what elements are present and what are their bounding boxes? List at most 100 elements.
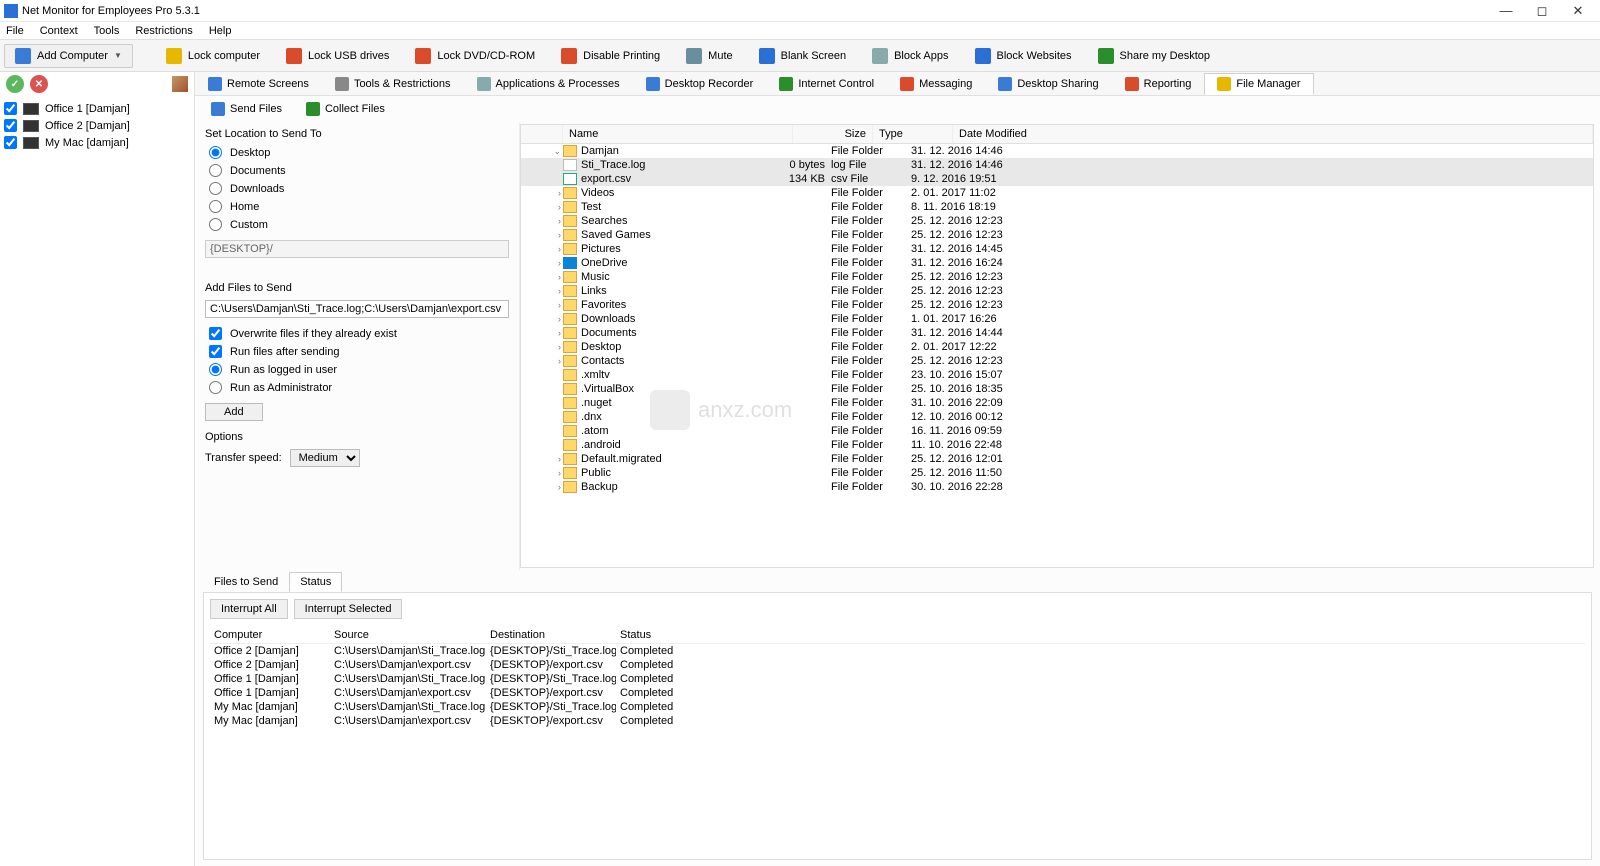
tree-toggle-icon[interactable]: › xyxy=(521,230,563,240)
maximize-button[interactable]: ◻ xyxy=(1524,3,1560,19)
tree-toggle-icon[interactable]: › xyxy=(521,454,563,464)
tb-block-websites[interactable]: Block Websites xyxy=(964,44,1083,68)
status-row[interactable]: Office 1 [Damjan]C:\Users\Damjan\export.… xyxy=(210,686,1585,700)
file-row[interactable]: export.csv134 KBcsv File9. 12. 2016 19:5… xyxy=(521,172,1593,186)
file-row[interactable]: ›ContactsFile Folder25. 12. 2016 12:23 xyxy=(521,354,1593,368)
tb-block-apps[interactable]: Block Apps xyxy=(861,44,959,68)
status-row[interactable]: Office 1 [Damjan]C:\Users\Damjan\Sti_Tra… xyxy=(210,672,1585,686)
computer-item[interactable]: Office 1 [Damjan] xyxy=(0,100,194,117)
tree-toggle-icon[interactable]: › xyxy=(521,286,563,296)
location-radio-downloads[interactable] xyxy=(209,182,222,195)
location-radio-documents[interactable] xyxy=(209,164,222,177)
tb-blank-screen[interactable]: Blank Screen xyxy=(748,44,857,68)
sub-send-files[interactable]: Send Files xyxy=(203,99,290,119)
status-col-destination[interactable]: Destination xyxy=(486,627,616,643)
file-row[interactable]: ›DownloadsFile Folder1. 01. 2017 16:26 xyxy=(521,312,1593,326)
tab-remote-screens[interactable]: Remote Screens xyxy=(195,73,322,95)
status-col-computer[interactable]: Computer xyxy=(210,627,330,643)
tree-toggle-icon[interactable]: › xyxy=(521,342,563,352)
menu-restrictions[interactable]: Restrictions xyxy=(135,25,192,37)
bottom-tab-files-to-send[interactable]: Files to Send xyxy=(203,572,289,592)
file-row[interactable]: .dnxFile Folder12. 10. 2016 00:12 xyxy=(521,410,1593,424)
location-radio-desktop[interactable] xyxy=(209,146,222,159)
file-row[interactable]: ⌄DamjanFile Folder31. 12. 2016 14:46 xyxy=(521,144,1593,158)
file-row[interactable]: .xmltvFile Folder23. 10. 2016 15:07 xyxy=(521,368,1593,382)
col-type[interactable]: Type xyxy=(873,125,953,143)
tree-toggle-icon[interactable]: ⌄ xyxy=(521,146,563,157)
tab-messaging[interactable]: Messaging xyxy=(887,73,985,95)
col-size[interactable]: Size xyxy=(793,125,873,143)
tree-toggle-icon[interactable]: › xyxy=(521,468,563,478)
tb-disable-printing[interactable]: Disable Printing xyxy=(550,44,671,68)
tree-toggle-icon[interactable]: › xyxy=(521,314,563,324)
tb-share-my-desktop[interactable]: Share my Desktop xyxy=(1087,44,1221,68)
tree-toggle-icon[interactable]: › xyxy=(521,258,563,268)
file-row[interactable]: ›Default.migratedFile Folder25. 12. 2016… xyxy=(521,452,1593,466)
tb-lock-dvd-cd-rom[interactable]: Lock DVD/CD-ROM xyxy=(404,44,546,68)
status-col-status[interactable]: Status xyxy=(616,627,716,643)
tb-mute[interactable]: Mute xyxy=(675,44,743,68)
sub-collect-files[interactable]: Collect Files xyxy=(298,99,393,119)
tab-reporting[interactable]: Reporting xyxy=(1112,73,1205,95)
col-date[interactable]: Date Modified xyxy=(953,125,1593,143)
files-input[interactable] xyxy=(205,300,509,318)
tree-toggle-icon[interactable]: › xyxy=(521,356,563,366)
tab-desktop-recorder[interactable]: Desktop Recorder xyxy=(633,73,767,95)
status-row[interactable]: Office 2 [Damjan]C:\Users\Damjan\Sti_Tra… xyxy=(210,644,1585,658)
file-row[interactable]: ›PublicFile Folder25. 12. 2016 11:50 xyxy=(521,466,1593,480)
tb-lock-usb-drives[interactable]: Lock USB drives xyxy=(275,44,400,68)
file-row[interactable]: ›SearchesFile Folder25. 12. 2016 12:23 xyxy=(521,214,1593,228)
file-row[interactable]: .nugetFile Folder31. 10. 2016 22:09 xyxy=(521,396,1593,410)
computer-checkbox[interactable] xyxy=(4,119,17,132)
tb-add-computer[interactable]: Add Computer▼ xyxy=(4,44,133,68)
tab-desktop-sharing[interactable]: Desktop Sharing xyxy=(985,73,1111,95)
file-row[interactable]: ›LinksFile Folder25. 12. 2016 12:23 xyxy=(521,284,1593,298)
tree-toggle-icon[interactable]: › xyxy=(521,272,563,282)
file-row[interactable]: ›PicturesFile Folder31. 12. 2016 14:45 xyxy=(521,242,1593,256)
tree-toggle-icon[interactable]: › xyxy=(521,300,563,310)
file-row[interactable]: .androidFile Folder11. 10. 2016 22:48 xyxy=(521,438,1593,452)
interrupt-selected-button[interactable]: Interrupt Selected xyxy=(294,599,403,619)
menu-context[interactable]: Context xyxy=(40,25,78,37)
tree-toggle-icon[interactable]: › xyxy=(521,244,563,254)
file-row[interactable]: ›TestFile Folder8. 11. 2016 18:19 xyxy=(521,200,1593,214)
reject-icon[interactable]: ✕ xyxy=(30,75,48,93)
computer-item[interactable]: My Mac [damjan] xyxy=(0,134,194,151)
file-row[interactable]: ›OneDriveFile Folder31. 12. 2016 16:24 xyxy=(521,256,1593,270)
tab-internet-control[interactable]: Internet Control xyxy=(766,73,887,95)
status-col-source[interactable]: Source xyxy=(330,627,486,643)
add-button[interactable]: Add xyxy=(205,403,263,421)
file-row[interactable]: ›DocumentsFile Folder31. 12. 2016 14:44 xyxy=(521,326,1593,340)
close-button[interactable]: ✕ xyxy=(1560,3,1596,19)
tree-toggle-icon[interactable]: › xyxy=(521,202,563,212)
overwrite-checkbox[interactable] xyxy=(209,327,222,340)
col-name[interactable]: Name xyxy=(563,125,793,143)
minimize-button[interactable]: — xyxy=(1488,3,1524,18)
file-row[interactable]: ›DesktopFile Folder2. 01. 2017 12:22 xyxy=(521,340,1593,354)
runas-radio[interactable] xyxy=(209,363,222,376)
interrupt-all-button[interactable]: Interrupt All xyxy=(210,599,288,619)
computer-checkbox[interactable] xyxy=(4,102,17,115)
tree-toggle-icon[interactable]: › xyxy=(521,328,563,338)
transfer-speed-select[interactable]: Medium xyxy=(290,449,360,467)
tb-lock-computer[interactable]: Lock computer xyxy=(155,44,271,68)
file-row[interactable]: ›VideosFile Folder2. 01. 2017 11:02 xyxy=(521,186,1593,200)
status-row[interactable]: My Mac [damjan]C:\Users\Damjan\export.cs… xyxy=(210,714,1585,728)
file-row[interactable]: Sti_Trace.log0 byteslog File31. 12. 2016… xyxy=(521,158,1593,172)
status-row[interactable]: Office 2 [Damjan]C:\Users\Damjan\export.… xyxy=(210,658,1585,672)
location-radio-custom[interactable] xyxy=(209,218,222,231)
file-row[interactable]: ›Saved GamesFile Folder25. 12. 2016 12:2… xyxy=(521,228,1593,242)
tab-tools-restrictions[interactable]: Tools & Restrictions xyxy=(322,73,464,95)
runas-radio[interactable] xyxy=(209,381,222,394)
tab-applications-processes[interactable]: Applications & Processes xyxy=(464,73,633,95)
brush-icon[interactable] xyxy=(172,76,188,92)
computer-item[interactable]: Office 2 [Damjan] xyxy=(0,117,194,134)
tab-file-manager[interactable]: File Manager xyxy=(1204,73,1313,95)
file-row[interactable]: ›BackupFile Folder30. 10. 2016 22:28 xyxy=(521,480,1593,494)
file-row[interactable]: .VirtualBoxFile Folder25. 10. 2016 18:35 xyxy=(521,382,1593,396)
menu-help[interactable]: Help xyxy=(209,25,232,37)
menu-tools[interactable]: Tools xyxy=(94,25,120,37)
approve-icon[interactable]: ✓ xyxy=(6,75,24,93)
file-row[interactable]: .atomFile Folder16. 11. 2016 09:59 xyxy=(521,424,1593,438)
file-row[interactable]: ›MusicFile Folder25. 12. 2016 12:23 xyxy=(521,270,1593,284)
